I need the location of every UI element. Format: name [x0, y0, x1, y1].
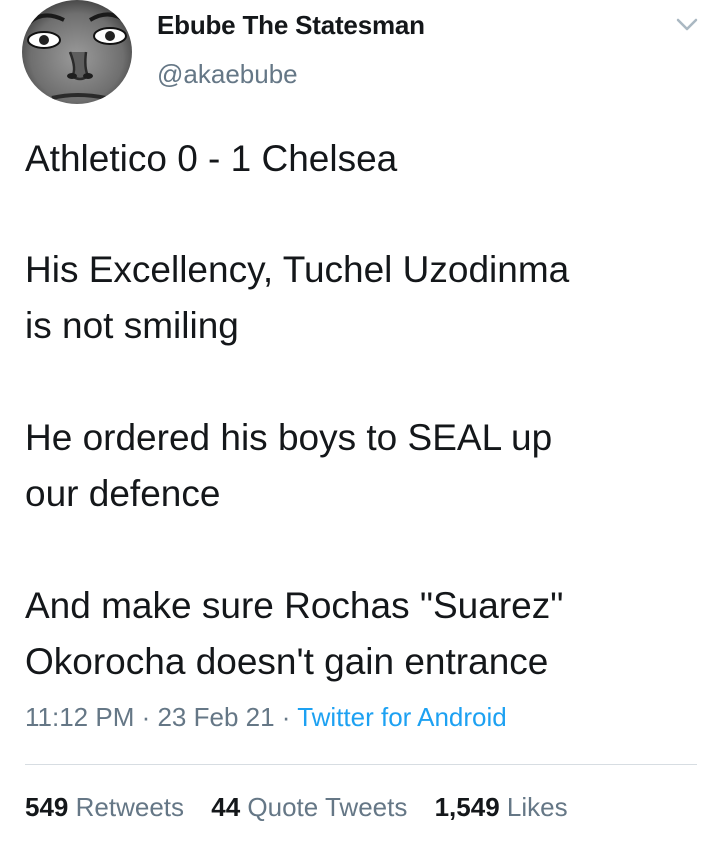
tweet-text-line: Athletico 0 - 1 Chelsea [25, 138, 398, 179]
meta-separator: · [134, 702, 158, 732]
avatar-image [22, 0, 132, 104]
tweet-time[interactable]: 11:12 PM [25, 702, 134, 732]
divider [25, 764, 697, 765]
tweet-date[interactable]: 23 Feb 21 [157, 702, 274, 732]
likes-label: Likes [506, 792, 568, 822]
retweets-stat[interactable]: 549 Retweets [25, 792, 184, 822]
meta-separator: · [274, 702, 298, 732]
user-handle[interactable]: @akaebube [157, 59, 298, 90]
tweet-meta: 11:12 PM · 23 Feb 21 · Twitter for Andro… [25, 702, 507, 733]
tweet-text-line: is not smiling [25, 305, 239, 346]
chevron-down-icon[interactable] [672, 12, 702, 36]
tweet-text-line: Okorocha doesn't gain entrance [25, 641, 549, 682]
engagement-stats: 549 Retweets 44 Quote Tweets 1,549 Likes [25, 792, 588, 823]
avatar[interactable] [22, 0, 132, 104]
retweets-count: 549 [25, 792, 69, 822]
likes-stat[interactable]: 1,549 Likes [435, 792, 568, 822]
likes-count: 1,549 [434, 792, 500, 822]
tweet-card: Ebube The Statesman @akaebube Athletico … [0, 0, 720, 842]
tweet-text-line: He ordered his boys to SEAL up [25, 417, 553, 458]
quote-tweets-count: 44 [211, 792, 241, 822]
tweet-text-line: His Excellency, Tuchel Uzodinma [25, 249, 570, 290]
quote-tweets-stat[interactable]: 44 Quote Tweets [211, 792, 407, 822]
quote-tweets-label: Quote Tweets [247, 792, 408, 822]
source-link[interactable]: Twitter for Android [297, 702, 507, 732]
tweet-text-line: our defence [25, 473, 221, 514]
tweet-text-line: And make sure Rochas "Suarez" [25, 585, 564, 626]
retweets-label: Retweets [75, 792, 185, 822]
display-name[interactable]: Ebube The Statesman [157, 10, 425, 41]
